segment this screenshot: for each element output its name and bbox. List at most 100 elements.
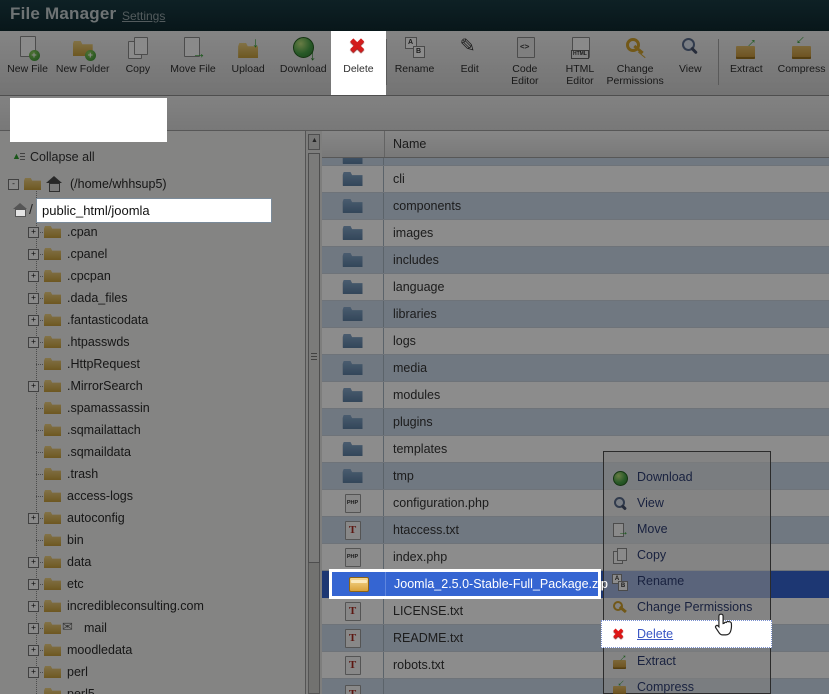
context-menu-item-change-permissions[interactable]: Change Permissions	[604, 594, 770, 620]
file-name	[384, 679, 393, 694]
tree-item-label: perl	[67, 665, 88, 679]
sidebar-item[interactable]: .cpcpan	[0, 265, 305, 287]
tree-expand-toggle[interactable]	[28, 293, 39, 304]
splitter-handle[interactable]	[308, 153, 320, 563]
scroll-up-button[interactable]	[308, 134, 320, 150]
context-menu-item-extract[interactable]: Extract	[604, 648, 770, 674]
file-row[interactable]: cli	[322, 166, 829, 193]
sidebar-item[interactable]: etc	[0, 573, 305, 595]
sidebar-item[interactable]: .HttpRequest	[0, 353, 305, 375]
toolbar-download-button[interactable]: Download	[276, 31, 331, 95]
sidebar-item[interactable]: .cpan	[0, 221, 305, 243]
sidebar-item[interactable]: .spamassassin	[0, 397, 305, 419]
file-name: htaccess.txt	[384, 517, 459, 543]
file-name: media	[384, 355, 427, 381]
file-row[interactable]: libraries	[322, 301, 829, 328]
folder-icon	[343, 199, 363, 213]
file-name: modules	[384, 382, 440, 408]
tree-expand-toggle[interactable]	[28, 667, 39, 678]
sidebar-item[interactable]: .trash	[0, 463, 305, 485]
collapse-all-button[interactable]: Collapse all	[12, 150, 95, 164]
context-menu-item-view[interactable]: View	[604, 490, 770, 516]
tree-expand-toggle[interactable]	[28, 315, 39, 326]
sidebar-item[interactable]: .MirrorSearch	[0, 375, 305, 397]
toolbar-compress-button[interactable]: Compress	[774, 31, 829, 95]
sidebar-item[interactable]: .htpasswds	[0, 331, 305, 353]
toolbar-html-editor-button[interactable]: HTML Editor	[552, 31, 607, 95]
list-header[interactable]: Name	[322, 131, 829, 158]
context-menu-item-rename[interactable]: Rename	[604, 568, 770, 594]
context-menu-item-delete[interactable]: Delete	[601, 620, 772, 648]
toolbar-view-button[interactable]: View	[663, 31, 718, 95]
file-icon-cell	[322, 382, 384, 408]
highlight-box-selected-file[interactable]: Joomla_2.5.0-Stable-Full_Package.zip	[329, 569, 601, 599]
toolbar-delete-button[interactable]: Delete	[331, 31, 386, 95]
tree-expand-toggle[interactable]	[28, 249, 39, 260]
tree-expand-toggle[interactable]	[28, 645, 39, 656]
file-row[interactable]: components	[322, 193, 829, 220]
context-menu-item-move[interactable]: Move	[604, 516, 770, 542]
file-row[interactable]	[322, 158, 829, 166]
folder-icon	[343, 253, 363, 267]
sidebar-item[interactable]: data	[0, 551, 305, 573]
sidebar-item[interactable]: incredibleconsulting.com	[0, 595, 305, 617]
sidebar-item[interactable]: .sqmailattach	[0, 419, 305, 441]
toolbar-new-file-button[interactable]: New File	[0, 31, 55, 95]
toolbar-copy-button[interactable]: Copy	[110, 31, 165, 95]
file-row[interactable]: includes	[322, 247, 829, 274]
context-menu-item-compress[interactable]: Compress	[604, 674, 770, 694]
toolbar-code-editor-button[interactable]: Code Editor	[497, 31, 552, 95]
tree-expand-toggle[interactable]	[28, 557, 39, 568]
file-row[interactable]: images	[322, 220, 829, 247]
tree-expand-toggle[interactable]	[28, 227, 39, 238]
txt-icon	[345, 602, 361, 621]
toolbar-rename-button[interactable]: Rename	[387, 31, 442, 95]
sidebar-item[interactable]: bin	[0, 529, 305, 551]
tree-root-item[interactable]: (/home/whhsup5)	[0, 173, 305, 195]
sidebar-item[interactable]: .cpanel	[0, 243, 305, 265]
toolbar-new-folder-button[interactable]: New Folder	[55, 31, 110, 95]
highlight-box-path	[10, 98, 167, 142]
file-name: components	[384, 193, 461, 219]
file-row[interactable]: media	[322, 355, 829, 382]
settings-link[interactable]: Settings	[122, 9, 165, 23]
sidebar-item[interactable]: .sqmaildata	[0, 441, 305, 463]
sidebar-item[interactable]: .dada_files	[0, 287, 305, 309]
toolbar-extract-button[interactable]: Extract	[719, 31, 774, 95]
tree-expand-toggle[interactable]	[28, 337, 39, 348]
folder-icon	[343, 388, 363, 402]
file-row[interactable]: modules	[322, 382, 829, 409]
scrollbar-track[interactable]	[308, 563, 320, 694]
copy-icon	[125, 35, 151, 61]
sidebar-item[interactable]: .fantasticodata	[0, 309, 305, 331]
context-menu-item-download[interactable]: Download	[604, 464, 770, 490]
tree-item-label: data	[67, 555, 91, 569]
tree-expand-toggle[interactable]	[28, 271, 39, 282]
context-menu-item-label: View	[637, 496, 664, 510]
tree-expand-toggle[interactable]	[28, 513, 39, 524]
toolbar-edit-button[interactable]: Edit	[442, 31, 497, 95]
tree-expand-toggle[interactable]	[28, 579, 39, 590]
file-row[interactable]: language	[322, 274, 829, 301]
selected-file-name: Joomla_2.5.0-Stable-Full_Package.zip	[386, 577, 608, 591]
tree-collapse-toggle[interactable]	[8, 179, 19, 190]
sidebar-item[interactable]: perl	[0, 661, 305, 683]
sidebar-item[interactable]: autoconfig	[0, 507, 305, 529]
file-icon-cell	[322, 409, 384, 435]
panel-splitter[interactable]	[306, 131, 322, 694]
toolbar-move-file-button[interactable]: Move File	[165, 31, 220, 95]
sidebar-item[interactable]: access-logs	[0, 485, 305, 507]
file-row[interactable]: logs	[322, 328, 829, 355]
toolbar-change-permissions-button[interactable]: Change Permissions	[608, 31, 663, 95]
file-row[interactable]: plugins	[322, 409, 829, 436]
tree-expand-toggle[interactable]	[28, 623, 39, 634]
toolbar-upload-button[interactable]: Upload	[221, 31, 276, 95]
file-icon-cell	[322, 220, 384, 246]
path-input[interactable]	[36, 198, 272, 223]
sidebar-item[interactable]: perl5	[0, 683, 305, 694]
context-menu-item-copy[interactable]: Copy	[604, 542, 770, 568]
sidebar-item[interactable]: ✉mail	[0, 617, 305, 639]
sidebar-item[interactable]: moodledata	[0, 639, 305, 661]
tree-expand-toggle[interactable]	[28, 381, 39, 392]
tree-expand-toggle[interactable]	[28, 601, 39, 612]
